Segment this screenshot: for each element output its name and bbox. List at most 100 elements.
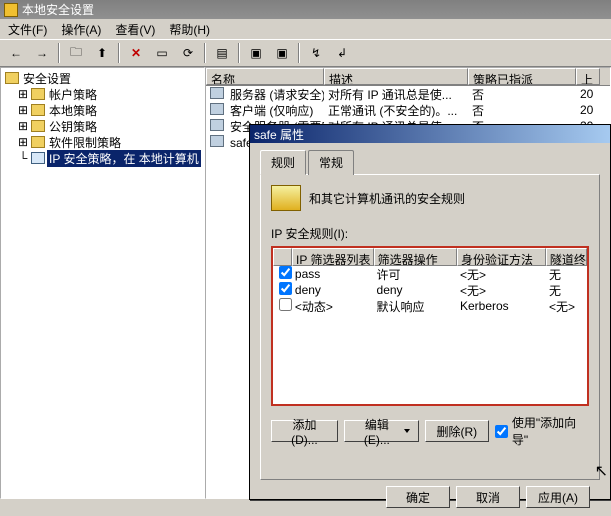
intro-row: 和其它计算机通讯的安全规则 <box>271 185 589 211</box>
menu-view[interactable]: 查看(V) <box>109 19 161 40</box>
export-button[interactable]: ▤ <box>210 42 234 64</box>
policy-icon <box>210 87 224 99</box>
action1-button[interactable]: ▣ <box>244 42 268 64</box>
cancel-button[interactable]: 取消 <box>456 486 520 508</box>
folder-icon <box>31 104 45 116</box>
col-last[interactable]: 上 <box>576 68 600 85</box>
tab-rules[interactable]: 规则 <box>260 150 306 175</box>
rules-header: IP 筛选器列表 筛选器操作 身份验证方法 隧道终 <box>273 248 587 266</box>
toolbar-separator <box>118 43 120 63</box>
tree-item-ipsec[interactable]: └ IP 安全策略，在 本地计算机 <box>3 150 202 166</box>
tab-general[interactable]: 常规 <box>308 150 354 175</box>
tree-root[interactable]: 安全设置 <box>3 70 202 86</box>
ipsec-icon <box>31 152 45 164</box>
properties-dialog: safe 属性 规则 常规 和其它计算机通讯的安全规则 IP 安全规则(I): … <box>249 124 611 500</box>
tree-item-label: 公钥策略 <box>47 118 99 135</box>
tree-item[interactable]: ⊞ 公钥策略 <box>3 118 202 134</box>
rule-checkbox[interactable] <box>279 298 292 311</box>
cell-tunnel: <无> <box>546 298 587 315</box>
wizard-checkbox-label: 使用"添加向导" <box>512 414 589 448</box>
cell-auth: <无> <box>457 282 546 299</box>
edit-button[interactable]: 编辑(E)... <box>344 420 419 442</box>
apply-button[interactable]: 应用(A) <box>526 486 590 508</box>
forward-button[interactable]: → <box>30 42 54 64</box>
col-check[interactable] <box>273 248 292 266</box>
dialog-footer: 确定 取消 应用(A) <box>260 486 600 508</box>
chevron-down-icon <box>404 429 410 433</box>
action3-button[interactable]: ↯ <box>304 42 328 64</box>
dialog-titlebar[interactable]: safe 属性 <box>250 125 610 143</box>
tree-pane[interactable]: 安全设置 ⊞帐户策略⊞本地策略⊞公钥策略⊞软件限制策略 └ IP 安全策略，在 … <box>0 67 205 499</box>
folder-button[interactable]: 🗀 <box>64 42 88 64</box>
cell-action: 默认响应 <box>374 298 457 315</box>
tree-twig: └ <box>17 151 29 165</box>
list-row[interactable]: 客户端 (仅响应)正常通讯 (不安全的)。...否20 <box>206 102 610 118</box>
menu-file[interactable]: 文件(F) <box>2 19 53 40</box>
rule-row[interactable]: <动态>默认响应Kerberos<无> <box>273 298 587 314</box>
rules-listbox[interactable]: IP 筛选器列表 筛选器操作 身份验证方法 隧道终 pass许可<无>无deny… <box>271 246 589 406</box>
dialog-title: safe 属性 <box>254 126 304 143</box>
col-action[interactable]: 筛选器操作 <box>374 248 457 266</box>
wizard-checkbox[interactable] <box>495 425 508 438</box>
col-filter[interactable]: IP 筛选器列表 <box>292 248 374 266</box>
tree: 安全设置 ⊞帐户策略⊞本地策略⊞公钥策略⊞软件限制策略 └ IP 安全策略，在 … <box>1 68 204 168</box>
tree-item-label: 软件限制策略 <box>47 134 123 151</box>
folder-icon <box>31 136 45 148</box>
menu-help[interactable]: 帮助(H) <box>163 19 216 40</box>
expand-icon[interactable]: ⊞ <box>17 119 29 133</box>
ok-button[interactable]: 确定 <box>386 486 450 508</box>
rules-label: IP 安全规则(I): <box>271 225 589 242</box>
col-tunnel[interactable]: 隧道终 <box>546 248 587 266</box>
cell-last: 20 <box>576 103 600 117</box>
window-title: 本地安全设置 <box>22 1 94 18</box>
cell-name: 服务器 (请求安全) <box>206 86 324 103</box>
rules-button-row: 添加(D)... 编辑(E)... 删除(R) 使用"添加向导" <box>271 414 589 448</box>
ipsec-intro-icon <box>271 185 301 211</box>
expand-icon[interactable]: ⊞ <box>17 103 29 117</box>
tree-item[interactable]: ⊞帐户策略 <box>3 86 202 102</box>
wizard-checkbox-wrap[interactable]: 使用"添加向导" <box>495 414 589 448</box>
toolbar-separator <box>204 43 206 63</box>
toolbar-separator <box>298 43 300 63</box>
action4-button[interactable]: ↲ <box>330 42 354 64</box>
remove-button[interactable]: 删除(R) <box>425 420 489 442</box>
app-icon <box>4 3 18 17</box>
cell-assigned: 否 <box>468 86 576 103</box>
col-auth[interactable]: 身份验证方法 <box>457 248 546 266</box>
add-button[interactable]: 添加(D)... <box>271 420 338 442</box>
tab-panel: 和其它计算机通讯的安全规则 IP 安全规则(I): IP 筛选器列表 筛选器操作… <box>260 174 600 480</box>
dialog-body: 规则 常规 和其它计算机通讯的安全规则 IP 安全规则(I): IP 筛选器列表… <box>250 143 610 516</box>
col-name[interactable]: 名称 <box>206 68 324 85</box>
policy-icon <box>210 103 224 115</box>
toolbar-separator <box>238 43 240 63</box>
expand-icon[interactable]: ⊞ <box>17 87 29 101</box>
properties-button[interactable]: ▭ <box>150 42 174 64</box>
cell-filter: deny <box>292 283 374 297</box>
cell-desc: 对所有 IP 通讯总是使... <box>324 86 468 103</box>
expand-icon[interactable]: ⊞ <box>17 135 29 149</box>
cell-auth: <无> <box>457 266 546 283</box>
tree-item[interactable]: ⊞ 软件限制策略 <box>3 134 202 150</box>
up-button[interactable]: ⬆ <box>90 42 114 64</box>
col-assigned[interactable]: 策略已指派 <box>468 68 576 85</box>
rule-checkbox[interactable] <box>279 266 292 279</box>
tree-item[interactable]: ⊞本地策略 <box>3 102 202 118</box>
folder-icon <box>31 88 45 100</box>
col-desc[interactable]: 描述 <box>324 68 468 85</box>
cell-tunnel: 无 <box>546 266 587 283</box>
cell-last: 20 <box>576 87 600 101</box>
action2-button[interactable]: ▣ <box>270 42 294 64</box>
cell-tunnel: 无 <box>546 282 587 299</box>
cell-desc: 正常通讯 (不安全的)。... <box>324 102 468 119</box>
delete-button[interactable]: ✕ <box>124 42 148 64</box>
rule-row[interactable]: denydeny<无>无 <box>273 282 587 298</box>
cell-name: 客户端 (仅响应) <box>206 102 324 119</box>
list-row[interactable]: 服务器 (请求安全)对所有 IP 通讯总是使...否20 <box>206 86 610 102</box>
rule-row[interactable]: pass许可<无>无 <box>273 266 587 282</box>
menu-action[interactable]: 操作(A) <box>55 19 107 40</box>
policy-icon <box>210 135 224 147</box>
back-button[interactable]: ← <box>4 42 28 64</box>
intro-text: 和其它计算机通讯的安全规则 <box>309 190 465 207</box>
rule-checkbox[interactable] <box>279 282 292 295</box>
refresh-button[interactable]: ⟳ <box>176 42 200 64</box>
